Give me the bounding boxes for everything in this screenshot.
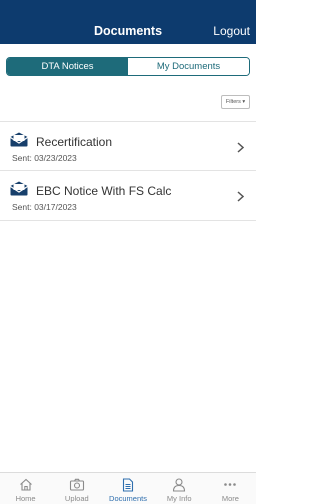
tab-my-info[interactable]: My Info	[154, 473, 205, 504]
notices-segmented-control: DTA Notices My Documents	[6, 57, 250, 76]
tab-documents[interactable]: Documents	[102, 473, 153, 504]
tab-label: Upload	[64, 494, 89, 503]
tab-upload[interactable]: Upload	[51, 473, 102, 504]
tab-label: More	[221, 494, 239, 503]
document-sent-date: Sent: 03/23/2023	[12, 153, 77, 163]
app-header: Documents Logout	[0, 0, 256, 44]
tab-more[interactable]: More	[205, 473, 256, 504]
tab-label: My Info	[166, 494, 192, 503]
envelope-icon	[10, 132, 28, 147]
document-sent-date: Sent: 03/17/2023	[12, 202, 77, 212]
person-icon	[173, 478, 186, 492]
tab-my-documents[interactable]: My Documents	[128, 58, 249, 75]
tab-home[interactable]: Home	[0, 473, 51, 504]
filters-button[interactable]: Filters ▾	[221, 95, 250, 109]
logout-button[interactable]: Logout	[213, 24, 250, 38]
document-title: Recertification	[36, 135, 113, 149]
more-dots-icon	[224, 483, 237, 486]
tab-dta-notices[interactable]: DTA Notices	[7, 58, 128, 75]
document-list: Recertification Sent: 03/23/2023 EBC Not…	[0, 121, 256, 221]
tab-label: Home	[15, 494, 36, 503]
document-icon	[122, 478, 134, 492]
document-title: EBC Notice With FS Calc	[36, 184, 172, 198]
document-row-recertification[interactable]: Recertification Sent: 03/23/2023	[0, 121, 256, 171]
bottom-tab-bar: Home Upload Documents My Info More	[0, 472, 256, 504]
chevron-right-icon	[237, 142, 244, 153]
home-icon	[19, 478, 32, 491]
tab-label: Documents	[109, 494, 147, 503]
envelope-icon	[10, 181, 28, 196]
chevron-right-icon	[237, 191, 244, 202]
camera-icon	[69, 478, 84, 491]
document-row-ebc-notice[interactable]: EBC Notice With FS Calc Sent: 03/17/2023	[0, 171, 256, 221]
